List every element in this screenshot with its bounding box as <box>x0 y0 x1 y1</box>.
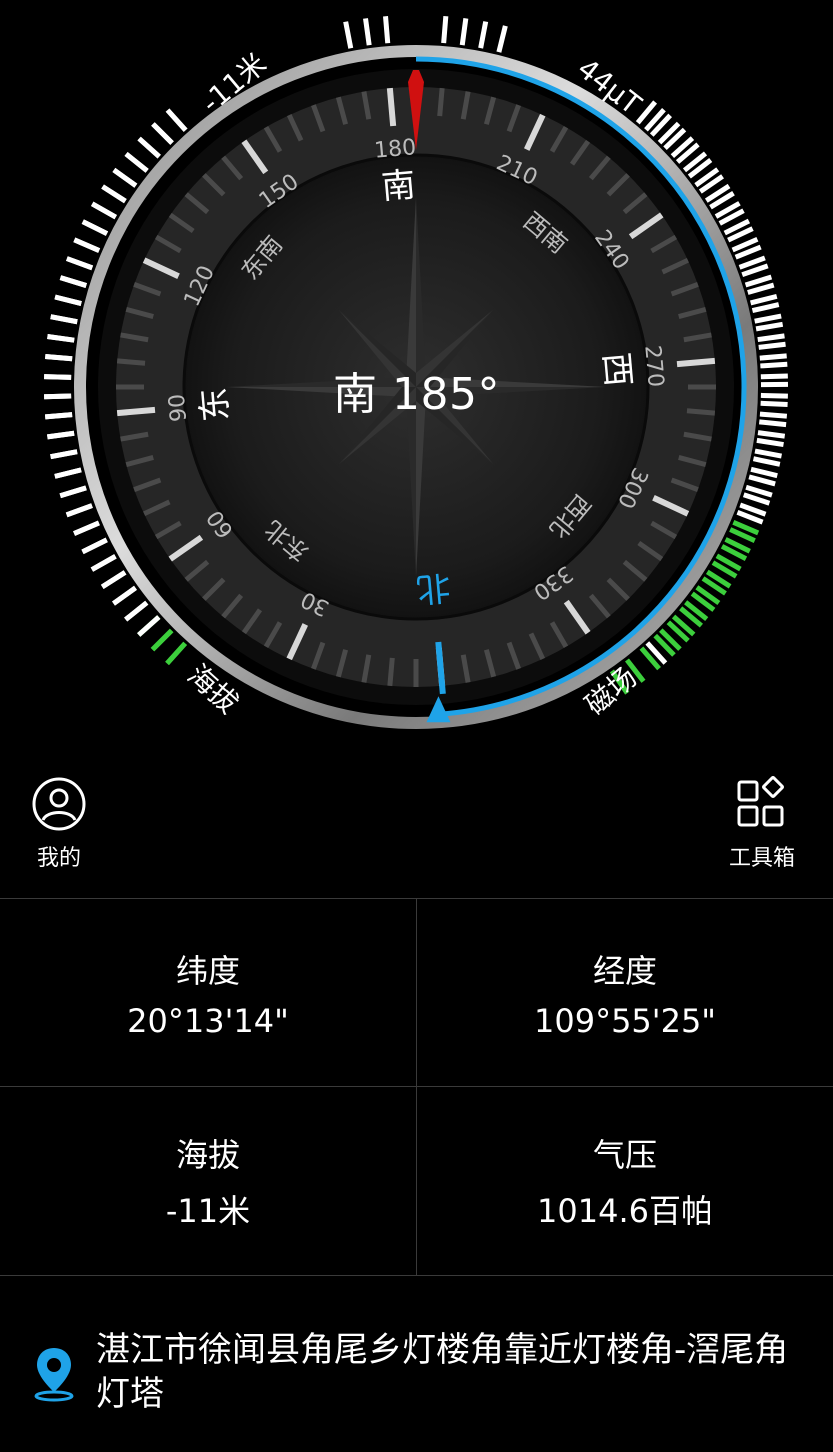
gauge-tick <box>65 503 93 518</box>
gauge-tick <box>757 333 785 343</box>
gauge-tick <box>50 314 78 325</box>
gauge-tick <box>112 167 138 188</box>
latitude-value: 20°13'14" <box>127 1001 289 1040</box>
gauge-tick <box>383 16 391 44</box>
address-row[interactable]: 湛江市徐闻县角尾乡灯楼角靠近灯楼角-滘尾角灯塔 <box>30 1328 810 1416</box>
gauge-tick <box>742 492 771 506</box>
heading-readout: 南 185° <box>333 369 500 420</box>
gauge-tick <box>441 15 449 44</box>
gauge-tick <box>66 256 94 271</box>
gauge-tick <box>750 466 778 479</box>
gauge-tick <box>112 585 137 606</box>
altitude-cell: 海拔 -11米 <box>0 1087 416 1274</box>
gauge-tick <box>90 201 117 220</box>
gauge-tick <box>478 21 489 49</box>
gauge-tick <box>758 341 786 350</box>
direction-label: 北 <box>415 566 452 609</box>
longitude-value: 109°55'25" <box>533 1001 717 1040</box>
gauge-tick <box>343 21 354 49</box>
compass-dial: 30 60 90 120 150 180 210 240 270 300 330 北东南西东北 东南西… <box>0 0 833 760</box>
gauge-tick <box>73 520 100 536</box>
gauge-tick <box>47 430 75 440</box>
degree-tick <box>437 87 445 117</box>
gauge-tick <box>496 25 508 53</box>
gauge-tick <box>73 237 101 253</box>
gauge-tick <box>50 449 78 460</box>
gauge-tick <box>749 293 778 306</box>
pressure-label: 气压 <box>592 1135 657 1174</box>
location-info-grid: 纬度 20°13'14" 经度 109°55'25" 海拔 -11米 气压 10… <box>0 898 833 1276</box>
toolbox-label: 工具箱 <box>728 846 795 871</box>
gauge-tick <box>459 18 469 46</box>
address-text: 湛江市徐闻县角尾乡灯楼角靠近灯楼角-滘尾角灯塔 <box>96 1330 789 1414</box>
gauge-tick <box>744 274 773 288</box>
my-profile-button[interactable]: 我的 <box>24 776 94 872</box>
latitude-cell: 纬度 20°13'14" <box>0 899 416 1086</box>
toolbox-grid-icon <box>737 776 784 827</box>
degree-label: 180 <box>373 135 417 164</box>
gauge-tick <box>81 219 109 236</box>
gauge-tick <box>165 641 188 666</box>
pressure-cell: 气压 1014.6百帕 <box>417 1087 833 1274</box>
altitude-label: 海拔 <box>175 1135 240 1174</box>
gauge-tick <box>101 184 127 204</box>
gauge-tick <box>100 570 127 589</box>
gauge-tick <box>758 419 787 428</box>
location-pin-icon <box>34 1348 74 1402</box>
gauge-tick <box>754 313 782 324</box>
gauge-tick <box>747 282 775 295</box>
gauge-tick <box>54 467 82 479</box>
gauge-tick <box>754 448 782 459</box>
gauge-tick <box>124 600 149 622</box>
longitude-cell: 经度 109°55'25" <box>417 899 833 1086</box>
gauge-tick <box>137 615 161 637</box>
user-icon <box>32 777 86 831</box>
gauge-tick <box>59 275 87 288</box>
toolbox-button[interactable]: 工具箱 <box>718 776 806 872</box>
gauge-tick <box>90 554 117 572</box>
gauge-tick <box>757 430 786 439</box>
degree-tick <box>386 87 397 127</box>
gauge-tick <box>165 108 188 132</box>
pressure-value: 1014.6百帕 <box>537 1191 713 1230</box>
gauge-tick <box>363 18 372 46</box>
gauge-tick <box>745 484 773 498</box>
direction-label: 南 <box>380 165 417 208</box>
altitude-value: -11米 <box>165 1191 251 1230</box>
latitude-label: 纬度 <box>175 951 240 990</box>
gauge-tick <box>59 485 87 499</box>
degree-tick <box>387 657 395 687</box>
gauge-tick <box>151 122 174 145</box>
gauge-tick <box>755 321 784 332</box>
gauge-tick <box>756 437 784 448</box>
gauge-tick <box>137 136 161 159</box>
gauge-tick <box>54 294 82 306</box>
gauge-tick <box>752 456 781 467</box>
gauge-tick <box>81 537 108 555</box>
gauge-tick <box>47 334 75 343</box>
gauge-tick <box>150 628 174 652</box>
longitude-label: 经度 <box>592 951 657 990</box>
my-profile-label: 我的 <box>36 846 81 871</box>
gauge-tick <box>751 302 780 314</box>
gauge-tick <box>748 474 776 487</box>
gauge-tick <box>124 151 149 173</box>
